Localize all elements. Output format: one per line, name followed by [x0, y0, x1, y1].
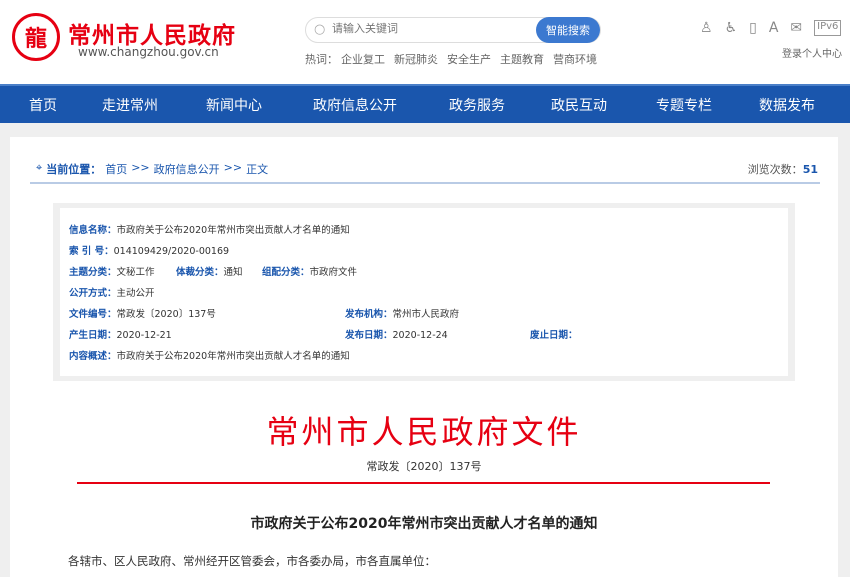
- info-published: 发布日期：2020-12-24: [345, 330, 448, 341]
- content-card: ⌖ 当前位置： 首页 >> 政府信息公开 >> 正文 浏览次数：51 信息名称：…: [10, 137, 838, 577]
- info-org-cat: 组配分类：市政府文件: [262, 267, 358, 278]
- info-index: 索 引 号：014109429/2020-00169: [69, 246, 230, 257]
- info-expiry: 废止日期：: [530, 330, 578, 341]
- location-pin-icon: ⌖: [36, 161, 43, 174]
- breadcrumb-gov-info[interactable]: 政府信息公开: [154, 161, 220, 177]
- breadcrumb-home[interactable]: 首页: [105, 161, 127, 177]
- nav-news[interactable]: 新闻中心: [206, 95, 262, 115]
- login-link[interactable]: 登录个人中心: [782, 45, 842, 60]
- font-icon[interactable]: A: [769, 20, 779, 36]
- hot-word[interactable]: 主题教育: [500, 51, 544, 67]
- nav-about[interactable]: 走进常州: [102, 95, 158, 115]
- mobile-icon[interactable]: ▯: [749, 20, 757, 36]
- info-topic: 主题分类：文秘工作: [69, 267, 155, 278]
- divider: [30, 182, 820, 184]
- accessibility-icon[interactable]: ♿: [725, 20, 738, 36]
- info-open: 公开方式：主动公开: [69, 288, 155, 299]
- hot-word[interactable]: 营商环境: [553, 51, 597, 67]
- search-button[interactable]: 智能搜索: [536, 17, 600, 43]
- hot-word[interactable]: 新冠肺炎: [394, 51, 438, 67]
- info-publisher: 发布机构：常州市人民政府: [345, 309, 460, 320]
- hot-word[interactable]: 企业复工: [341, 51, 385, 67]
- document-number: 常政发〔2020〕137号: [366, 460, 482, 473]
- hot-word[interactable]: 安全生产: [447, 51, 491, 67]
- nav-topics[interactable]: 专题专栏: [656, 95, 712, 115]
- nav-home[interactable]: 首页: [29, 95, 57, 115]
- article-salutation: 各辖市、区人民政府、常州经开区管委会，市各委办局，市各直属单位：: [68, 554, 436, 568]
- main-nav: 首页 走进常州 新闻中心 政府信息公开 政务服务 政民互动 专题专栏 数据发布: [0, 84, 850, 123]
- breadcrumb: ⌖ 当前位置： 首页 >> 政府信息公开 >> 正文: [36, 161, 268, 177]
- search-input[interactable]: [332, 22, 512, 35]
- search-icon: ○: [314, 22, 326, 37]
- nav-services[interactable]: 政务服务: [449, 95, 505, 115]
- view-count: 浏览次数：51: [748, 161, 818, 177]
- info-docno: 文件编号：常政发〔2020〕137号: [69, 309, 216, 320]
- hot-words: 热词： 企业复工 新冠肺炎 安全生产 主题教育 营商环境: [305, 51, 597, 67]
- site-url: www.changzhou.gov.cn: [78, 45, 219, 59]
- nav-gov-info[interactable]: 政府信息公开: [313, 95, 397, 115]
- header: 龍 常州市人民政府 www.changzhou.gov.cn ○ 智能搜索 热词…: [0, 0, 850, 84]
- breadcrumb-sep: >>: [223, 161, 243, 174]
- info-table: 信息名称：市政府关于公布2020年常州市突出贡献人才名单的通知 索 引 号：01…: [60, 208, 788, 376]
- document-header-title: 常州市人民政府文件: [266, 413, 582, 451]
- tool-icons: ♙ ♿ ▯ A ✉ IPv6: [700, 20, 842, 36]
- nav-data[interactable]: 数据发布: [759, 95, 815, 115]
- elderly-mode-icon[interactable]: ♙: [700, 20, 713, 36]
- hot-label: 热词：: [305, 53, 338, 66]
- red-divider: [77, 482, 770, 484]
- nav-interaction[interactable]: 政民互动: [551, 95, 607, 115]
- article-title: 市政府关于公布2020年常州市突出贡献人才名单的通知: [250, 516, 598, 532]
- info-created: 产生日期：2020-12-21: [69, 330, 172, 341]
- search-box: ○ 智能搜索: [305, 17, 601, 43]
- info-summary: 内容概述：市政府关于公布2020年常州市突出贡献人才名单的通知: [69, 351, 350, 362]
- breadcrumb-label: 当前位置：: [46, 163, 102, 176]
- view-count-label: 浏览次数：: [747, 163, 803, 176]
- ipv6-icon[interactable]: IPv6: [814, 20, 842, 36]
- logo-emblem[interactable]: 龍: [12, 13, 60, 61]
- info-box: 信息名称：市政府关于公布2020年常州市突出贡献人才名单的通知 索 引 号：01…: [53, 203, 795, 381]
- view-count-value: 51: [802, 163, 818, 176]
- mail-icon[interactable]: ✉: [790, 20, 802, 36]
- breadcrumb-current: 正文: [246, 163, 269, 176]
- breadcrumb-sep: >>: [131, 161, 150, 174]
- info-genre: 体裁分类：通知: [176, 267, 243, 278]
- info-name: 信息名称：市政府关于公布2020年常州市突出贡献人才名单的通知: [69, 225, 350, 236]
